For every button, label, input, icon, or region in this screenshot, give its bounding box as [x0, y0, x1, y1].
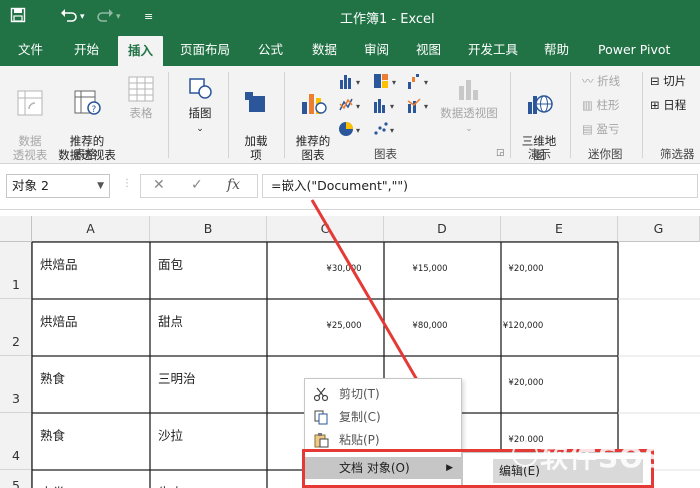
- watermark-logo-icon: [512, 441, 538, 467]
- menu-item-cut[interactable]: 剪切(T): [305, 383, 461, 405]
- copy-icon: [313, 409, 329, 425]
- menu-item-copy[interactable]: 复制(C): [305, 406, 461, 428]
- scissors-icon: [313, 386, 329, 402]
- menu-item-paste[interactable]: 粘贴(P): [305, 429, 461, 451]
- paste-icon: [313, 432, 329, 448]
- watermark-text: 软件SOS: [540, 441, 666, 474]
